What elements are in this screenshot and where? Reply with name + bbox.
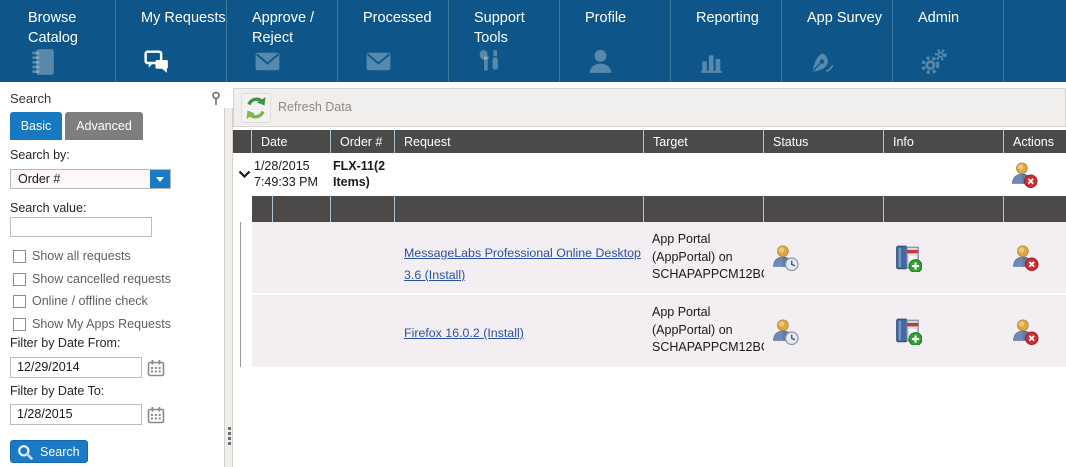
date-to-input[interactable]: 1/28/2015 — [10, 404, 142, 425]
tab-basic[interactable]: Basic — [10, 112, 62, 140]
nav-label: App Survey — [807, 8, 895, 28]
request-link[interactable]: Firefox 16.0.2 (Install) — [404, 326, 524, 340]
checkbox[interactable] — [13, 318, 26, 331]
table-header: Date Order # Request Target Status Info … — [233, 130, 1066, 153]
request-link[interactable]: MessageLabs Professional Online Desktop … — [404, 246, 641, 282]
header-request[interactable]: Request — [395, 130, 644, 153]
date-from-input[interactable]: 12/29/2014 — [10, 357, 142, 378]
search-value-label: Search value: — [10, 201, 86, 215]
date-to-label: Filter by Date To: — [10, 384, 104, 398]
envelope-icon — [363, 46, 394, 77]
checkbox-show-all-requests[interactable]: Show all requests — [13, 249, 131, 263]
user-pending-icon[interactable] — [772, 318, 799, 345]
nav-label: Reporting — [696, 8, 784, 28]
nav-label: Approve / Reject — [252, 8, 340, 48]
search-button-label: Search — [40, 445, 80, 459]
user-cancel-icon[interactable] — [1012, 318, 1039, 345]
header-info[interactable]: Info — [884, 130, 1004, 153]
pin-icon[interactable] — [210, 91, 222, 106]
search-by-value: Order # — [18, 170, 60, 188]
pen-icon — [807, 46, 838, 77]
nav-label: Browse Catalog — [28, 8, 116, 48]
top-nav: Browse Catalog My Requests Approve / Rej… — [0, 0, 1066, 82]
user-cancel-icon[interactable] — [1011, 161, 1038, 188]
tab-advanced[interactable]: Advanced — [65, 112, 143, 140]
user-pending-icon[interactable] — [772, 244, 799, 271]
splitter-grip — [228, 437, 231, 440]
tree-line — [240, 222, 241, 367]
nav-filler — [1003, 0, 1066, 82]
search-value-input[interactable] — [10, 217, 152, 237]
header-status[interactable]: Status — [764, 130, 884, 153]
tools-icon — [474, 46, 505, 77]
dropdown-button[interactable] — [150, 170, 170, 188]
nav-label: Profile — [585, 8, 673, 28]
date-from-label: Filter by Date From: — [10, 336, 120, 350]
checkbox[interactable] — [13, 273, 26, 286]
user-cancel-icon[interactable] — [1012, 244, 1039, 271]
search-by-label: Search by: — [10, 148, 70, 162]
collapse-chevron-icon[interactable] — [238, 167, 251, 183]
nav-item-profile[interactable]: Profile — [559, 0, 670, 82]
bar-chart-icon — [696, 46, 727, 77]
search-button[interactable]: Search — [10, 440, 88, 463]
nav-label: Processed — [363, 8, 451, 28]
search-panel: Search Basic Advanced Search by: Order #… — [0, 82, 224, 467]
header-target[interactable]: Target — [644, 130, 764, 153]
nested-table-header — [252, 196, 1066, 222]
checkbox-show-cancelled-requests[interactable]: Show cancelled requests — [13, 272, 171, 286]
gears-icon — [918, 46, 949, 77]
nav-item-browse-catalog[interactable]: Browse Catalog — [0, 0, 115, 82]
calendar-icon[interactable] — [147, 359, 165, 377]
target-text: App Portal (AppPortal) on SCHAPAPPCM12BO… — [644, 222, 764, 293]
nav-item-reporting[interactable]: Reporting — [670, 0, 781, 82]
nav-label: My Requests — [141, 8, 229, 28]
group-order: FLX-11(2 Items) — [331, 153, 395, 196]
calendar-icon[interactable] — [147, 406, 165, 424]
nav-item-my-requests[interactable]: My Requests — [115, 0, 226, 82]
nav-label: Support Tools — [474, 8, 562, 48]
checkbox[interactable] — [13, 295, 26, 308]
splitter-grip — [228, 427, 231, 430]
header-expander — [233, 130, 252, 153]
refresh-label: Refresh Data — [278, 100, 352, 114]
nav-item-support-tools[interactable]: Support Tools — [448, 0, 559, 82]
package-add-icon[interactable] — [894, 244, 922, 272]
nav-item-app-survey[interactable]: App Survey — [781, 0, 892, 82]
catalog-icon — [28, 46, 59, 77]
table-row: MessageLabs Professional Online Desktop … — [252, 222, 1066, 293]
search-panel-title: Search — [10, 91, 51, 106]
panel-splitter[interactable] — [224, 108, 233, 467]
envelope-icon — [252, 46, 283, 77]
toolbar: Refresh Data — [233, 88, 1066, 127]
table-row: Firefox 16.0.2 (Install) App Portal (App… — [252, 295, 1066, 367]
nav-item-processed[interactable]: Processed — [337, 0, 448, 82]
chat-bubbles-icon — [141, 46, 172, 77]
checkbox-show-my-apps-requests[interactable]: Show My Apps Requests — [13, 317, 171, 331]
chevron-down-icon — [156, 177, 164, 182]
person-icon — [585, 46, 616, 77]
splitter-grip — [228, 442, 231, 445]
nav-item-approve-reject[interactable]: Approve / Reject — [226, 0, 337, 82]
target-text: App Portal (AppPortal) on SCHAPAPPCM12BO… — [644, 295, 764, 367]
refresh-button[interactable] — [241, 93, 271, 123]
header-date[interactable]: Date — [252, 130, 331, 153]
package-add-icon[interactable] — [894, 317, 922, 345]
nav-item-admin[interactable]: Admin — [892, 0, 1003, 82]
group-row: 1/28/2015 7:49:33 PM FLX-11(2 Items) — [233, 153, 1066, 196]
checkbox-online-offline-check[interactable]: Online / offline check — [13, 294, 148, 308]
header-actions[interactable]: Actions — [1004, 130, 1066, 153]
splitter-grip — [228, 432, 231, 435]
magnifier-icon — [17, 444, 33, 460]
search-by-dropdown[interactable]: Order # — [10, 169, 171, 189]
group-date: 1/28/2015 7:49:33 PM — [252, 153, 331, 196]
header-order[interactable]: Order # — [331, 130, 395, 153]
checkbox[interactable] — [13, 250, 26, 263]
nav-label: Admin — [918, 8, 1006, 28]
